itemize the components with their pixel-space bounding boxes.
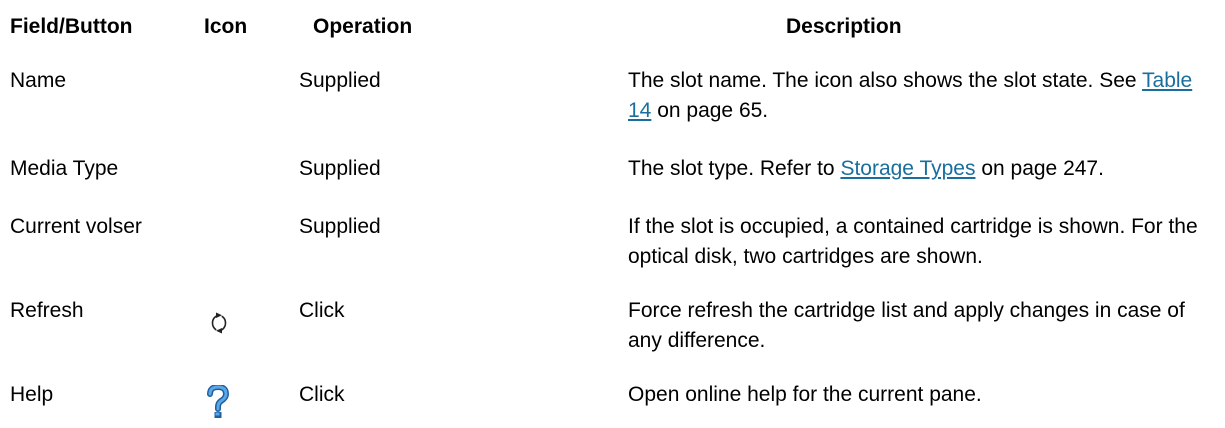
description-current-volser: If the slot is occupied, a contained car… bbox=[628, 212, 1218, 272]
description-line: If the slot is occupied, a contained car… bbox=[628, 215, 1198, 238]
field-help: Help bbox=[10, 383, 54, 406]
description-line: Force refresh the cartridge list and app… bbox=[628, 299, 1185, 322]
header-icon: Icon bbox=[204, 15, 248, 38]
operation-refresh: Click bbox=[299, 299, 345, 322]
field-name: Name bbox=[10, 69, 67, 92]
header-description: Description bbox=[786, 15, 902, 38]
description-help: Open online help for the current pane. bbox=[628, 380, 1218, 410]
description-line: optical disk, two cartridges are shown. bbox=[628, 245, 983, 268]
description-line: Open online help for the current pane. bbox=[628, 383, 982, 406]
description-media-type: The slot type. Refer to Storage Types on… bbox=[628, 154, 1218, 184]
field-media-type: Media Type bbox=[10, 157, 119, 180]
description-text: on page 65. bbox=[651, 99, 769, 122]
field-refresh: Refresh bbox=[10, 299, 84, 322]
description-text: on page 247. bbox=[975, 157, 1104, 180]
field-current-volser: Current volser bbox=[10, 215, 142, 238]
operation-help: Click bbox=[299, 383, 345, 406]
header-field-button: Field/Button bbox=[10, 15, 133, 38]
storage-types-link[interactable]: Storage Types bbox=[840, 157, 975, 180]
operation-media-type: Supplied bbox=[299, 157, 381, 180]
description-name: The slot name. The icon also shows the s… bbox=[628, 66, 1218, 126]
description-text: The slot name. The icon also shows the s… bbox=[628, 69, 1143, 92]
description-line: any difference. bbox=[628, 329, 766, 352]
operation-current-volser: Supplied bbox=[299, 215, 381, 238]
operation-name: Supplied bbox=[299, 69, 381, 92]
description-text: The slot type. Refer to bbox=[628, 157, 841, 180]
header-operation: Operation bbox=[313, 15, 413, 38]
refresh-icon bbox=[208, 311, 230, 335]
help-icon bbox=[206, 385, 230, 419]
description-refresh: Force refresh the cartridge list and app… bbox=[628, 296, 1218, 356]
